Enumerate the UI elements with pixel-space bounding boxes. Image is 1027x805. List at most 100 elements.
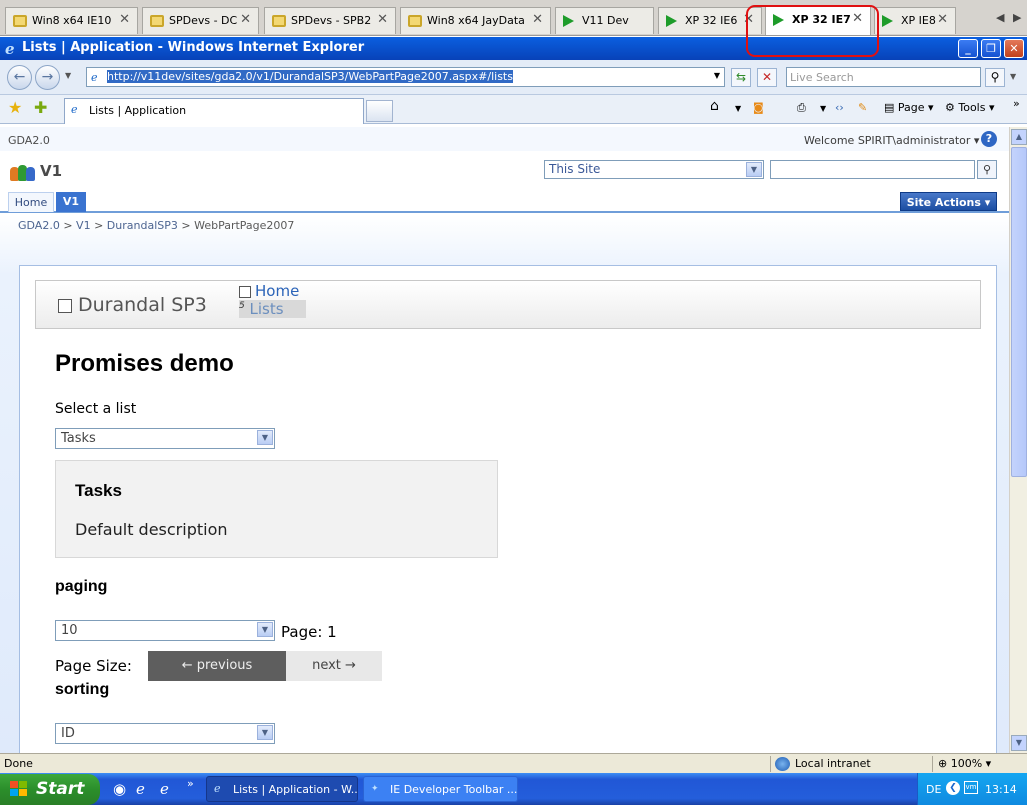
lock-icon: [13, 15, 27, 27]
vm-tab[interactable]: Win8 x64 IE10 ✕: [5, 7, 138, 34]
vm-tab-label: Win8 x64 JayData: [427, 14, 525, 27]
close-icon[interactable]: ✕: [852, 11, 863, 26]
feeds-icon[interactable]: ◙: [753, 101, 764, 114]
print-dropdown-icon[interactable]: ▼: [820, 104, 826, 113]
help-icon[interactable]: ?: [981, 131, 997, 147]
scroll-down-icon[interactable]: ▼: [1011, 735, 1027, 751]
breadcrumb-item[interactable]: DurandalSP3: [107, 219, 178, 232]
address-input[interactable]: e http://v11dev/sites/gda2.0/v1/Durandal…: [86, 67, 725, 87]
nav-link-lists[interactable]: 5 Lists: [239, 300, 306, 318]
search-scope-value: This Site: [549, 162, 601, 176]
language-indicator[interactable]: DE: [926, 783, 941, 796]
browser-tab[interactable]: e Lists | Application: [64, 98, 364, 124]
close-icon[interactable]: ✕: [119, 12, 130, 27]
browser-tab-title: Lists | Application: [89, 104, 187, 117]
site-title[interactable]: V1: [40, 162, 62, 180]
forward-button[interactable]: →: [35, 65, 60, 90]
clock: 13:14: [985, 783, 1017, 796]
stop-button[interactable]: ✕: [757, 68, 777, 87]
site-actions-menu[interactable]: Site Actions ▾: [900, 192, 997, 211]
app-navbar: Durandal SP3 Home 5 Lists: [35, 280, 981, 329]
scrollbar-thumb[interactable]: [1011, 147, 1027, 477]
app-brand[interactable]: Durandal SP3: [58, 294, 207, 316]
new-tab-button[interactable]: [366, 100, 393, 122]
vm-tab-label: Win8 x64 IE10: [32, 14, 112, 27]
quicklaunch-ie-icon[interactable]: e: [160, 780, 169, 798]
nav-tab-home[interactable]: Home: [8, 192, 54, 212]
nav-tab-current[interactable]: V1: [56, 192, 86, 212]
zoom-control[interactable]: ⊕ 100% ▾: [938, 757, 991, 770]
sp-search-input[interactable]: [770, 160, 975, 179]
blog-icon[interactable]: ✎: [858, 101, 867, 114]
page-size-select[interactable]: 10 ▼: [55, 620, 275, 641]
vmware-tools-icon[interactable]: vm: [964, 781, 978, 794]
live-search-input[interactable]: Live Search: [786, 67, 981, 87]
back-button[interactable]: ←: [7, 65, 32, 90]
address-toolbar: ← → ▼ e http://v11dev/sites/gda2.0/v1/Du…: [0, 60, 1027, 95]
more-commands-icon[interactable]: »: [1013, 97, 1020, 110]
home-icon[interactable]: ⌂: [710, 98, 719, 114]
quicklaunch-ie-icon[interactable]: e: [136, 780, 145, 798]
breadcrumb-item[interactable]: GDA2.0: [18, 219, 60, 232]
vm-tab-label: XP 32 IE7: [792, 13, 851, 26]
vm-tab-active[interactable]: XP 32 IE7 ✕: [765, 6, 871, 35]
show-hidden-icons-icon[interactable]: ❮: [946, 781, 960, 795]
print-icon[interactable]: ⎙: [797, 101, 806, 115]
quicklaunch-more-icon[interactable]: »: [187, 777, 194, 790]
play-icon: [773, 14, 784, 26]
vm-tab-label: SPDevs - SPB2: [291, 14, 372, 27]
security-zone[interactable]: Local intranet: [775, 757, 871, 771]
welcome-menu[interactable]: Welcome SPIRIT\administrator ▾ |: [804, 134, 990, 147]
vm-tab[interactable]: XP 32 IE6 ✕: [658, 7, 762, 34]
scroll-up-icon[interactable]: ▲: [1011, 129, 1027, 145]
vm-tab[interactable]: XP IE8 ✕: [874, 7, 956, 34]
scroll-left-icon[interactable]: ◀: [996, 11, 1004, 24]
close-icon[interactable]: ✕: [743, 12, 754, 27]
page-menu[interactable]: ▤ Page ▾: [884, 101, 934, 114]
maximize-button[interactable]: ❐: [981, 39, 1001, 58]
globe-icon: [775, 757, 790, 771]
list-select[interactable]: Tasks ▼: [55, 428, 275, 449]
research-icon[interactable]: ‹›: [835, 101, 844, 114]
sort-select[interactable]: ID ▼: [55, 723, 275, 744]
nav-link-home[interactable]: Home: [239, 282, 306, 300]
recent-pages-icon[interactable]: ▼: [65, 71, 71, 80]
tools-menu[interactable]: ⚙ Tools ▾: [945, 101, 995, 114]
site-collection-link[interactable]: GDA2.0: [8, 134, 50, 147]
search-icon[interactable]: ⚲: [985, 68, 1005, 87]
sorting-heading: sorting: [55, 681, 110, 698]
play-icon: [666, 15, 677, 27]
previous-button[interactable]: ← previous: [148, 651, 286, 681]
breadcrumb-item[interactable]: V1: [76, 219, 91, 232]
next-button[interactable]: next →: [286, 651, 382, 681]
sp-search-button[interactable]: ⚲: [977, 160, 997, 179]
close-icon[interactable]: ✕: [377, 12, 388, 27]
vm-tab[interactable]: SPDevs - DC ✕: [142, 7, 259, 34]
close-icon[interactable]: ✕: [532, 12, 543, 27]
page-menu-label: Page: [897, 101, 925, 114]
favorites-star-icon[interactable]: ★: [8, 98, 22, 117]
search-options-icon[interactable]: ▼: [1010, 72, 1016, 81]
close-window-button[interactable]: ✕: [1004, 39, 1024, 58]
page-scrollbar[interactable]: ▲ ▼: [1009, 127, 1027, 753]
vm-tab[interactable]: SPDevs - SPB2 ✕: [264, 7, 396, 34]
vm-tab[interactable]: V11 Dev: [555, 7, 654, 34]
add-favorite-icon[interactable]: ✚: [34, 98, 47, 117]
start-label: Start: [36, 779, 85, 799]
vm-tab[interactable]: Win8 x64 JayData ✕: [400, 7, 551, 34]
webpart-frame: Durandal SP3 Home 5 Lists Promises demo …: [19, 265, 997, 753]
address-dropdown-icon[interactable]: ▼: [707, 68, 727, 87]
scroll-right-icon[interactable]: ▶: [1013, 11, 1021, 24]
search-scope-select[interactable]: This Site ▼: [544, 160, 764, 179]
home-dropdown-icon[interactable]: ▼: [735, 104, 741, 113]
tools-menu-label: Tools: [958, 101, 986, 114]
close-icon[interactable]: ✕: [937, 12, 948, 27]
taskbar-item[interactable]: e Lists | Application - W...: [206, 776, 358, 802]
close-icon[interactable]: ✕: [240, 12, 251, 27]
start-button[interactable]: Start: [0, 774, 100, 805]
refresh-button[interactable]: ⇆: [731, 68, 751, 87]
sp-title-area: V1 This Site ▼ ⚲: [0, 151, 1009, 191]
taskbar-item[interactable]: ✦ IE Developer Toolbar ...: [363, 776, 518, 802]
quicklaunch-app-icon[interactable]: ◉: [113, 780, 126, 798]
minimize-button[interactable]: _: [958, 39, 978, 58]
